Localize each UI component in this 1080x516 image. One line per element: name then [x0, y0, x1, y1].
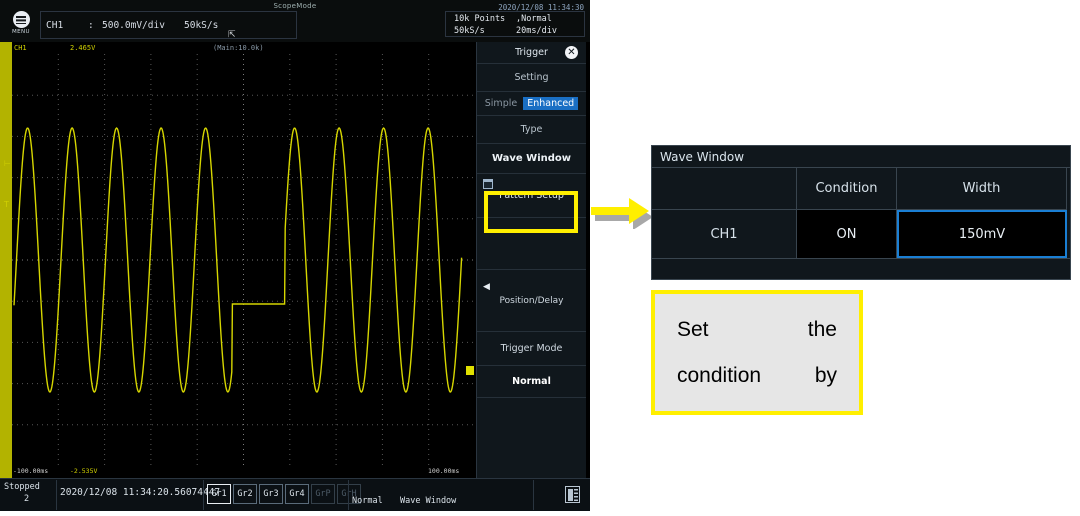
dialog-window-icon [483, 179, 493, 189]
table-row: CH1 ON 150mV [652, 210, 1070, 258]
instruction-line-2: condition by [677, 364, 837, 388]
acquisition-info[interactable]: 10k Points ,Normal 50kS/s 20ms/div [445, 11, 585, 37]
waveform-channel-label: CH1 [14, 43, 27, 52]
menu-button[interactable]: MENU [6, 8, 36, 38]
trigger-mode-label: Trigger Mode [500, 343, 563, 354]
sidebar-item-setting[interactable]: Setting [477, 64, 586, 92]
channel-volts-div: 500.0mV/div [102, 19, 165, 31]
column-header-blank [652, 168, 797, 210]
acq-time-div: 20ms/div [516, 26, 557, 36]
channel-name: CH1 [46, 19, 64, 31]
column-header-width: Width [897, 168, 1067, 210]
group-button-row: Gr1Gr2Gr3Gr4GrPGrH [207, 484, 361, 504]
list-view-icon[interactable] [565, 486, 580, 503]
menu-button-label: MENU [12, 29, 30, 35]
channel-color-swatch [0, 42, 12, 54]
callout-arrow-icon [591, 198, 653, 229]
sidebar-title: Trigger ✕ [477, 42, 586, 64]
axis-color-swatch [0, 466, 12, 478]
sidebar-item-trigger-mode[interactable]: Trigger Mode [477, 332, 586, 366]
axis-left-voltage: -2.535V [70, 467, 98, 475]
position-delay-label: Position/Delay [499, 295, 564, 306]
pattern-setup-highlight-box [484, 191, 578, 233]
instruction-word-by: by [814, 363, 837, 387]
sidebar-item-position-delay[interactable]: ◀ Position/Delay [477, 270, 586, 332]
scope-header: ScopeMode 2020/12/08 11:34:30 MENU CH1 :… [0, 0, 590, 42]
acq-rate: 50kS/s [454, 26, 485, 36]
cell-width-value[interactable]: 150mV [897, 210, 1067, 258]
channel-colon: : [88, 19, 94, 31]
waveform-info-strip: CH1 2.465V (Main:10.0k) [0, 42, 475, 54]
sidebar-item-type[interactable]: Type [477, 116, 586, 144]
wave-window-footer [652, 258, 1070, 275]
status-trigger-mode: Normal [352, 496, 383, 506]
row-channel-label: CH1 [652, 210, 797, 258]
instruction-line-1: Set the [677, 318, 837, 342]
instruction-word-the: the [807, 317, 837, 341]
wave-window-table: Condition Width CH1 ON 150mV [652, 168, 1070, 258]
cursor-pointer-glyph: ⇱ [228, 30, 236, 40]
axis-right-time: 100.00ms [428, 467, 460, 475]
status-trigger-type: Wave Window [400, 496, 457, 506]
status-state: Stopped [4, 482, 40, 492]
hamburger-icon [12, 11, 30, 28]
chevron-left-icon: ◀ [483, 282, 490, 292]
toggle-option-simple[interactable]: Simple [485, 98, 517, 109]
cell-condition-value[interactable]: ON [797, 210, 897, 258]
group-button-gr3[interactable]: Gr3 [259, 484, 283, 504]
acq-points: 10k Points [454, 14, 506, 24]
channel-sample-rate: 50kS/s [184, 19, 219, 31]
status-count: 2 [24, 494, 30, 504]
acq-mode: ,Normal [516, 14, 552, 24]
setting-label: Setting [514, 72, 549, 83]
sidebar-title-label: Trigger [515, 47, 548, 58]
trigger-mode-value-label: Normal [512, 376, 551, 387]
close-icon[interactable]: ✕ [565, 46, 578, 59]
channel-settings-bar[interactable]: CH1 : 500.0mV/div 50kS/s [40, 11, 297, 39]
column-header-condition: Condition [797, 168, 897, 210]
instruction-callout-box: Set the condition by [651, 290, 863, 415]
table-header-row: Condition Width [652, 168, 1070, 210]
instruction-word-set: Set [677, 317, 709, 341]
axis-left-time: -100.00ms [13, 467, 49, 475]
trigger-mode-toggle[interactable]: Simple Enhanced [477, 92, 586, 116]
group-button-gr2[interactable]: Gr2 [233, 484, 257, 504]
wave-window-dialog: Wave Window Condition Width CH1 ON 150mV [651, 145, 1071, 280]
wave-window-title: Wave Window [652, 146, 1070, 168]
waveform-trace [12, 54, 475, 466]
group-button-gr1[interactable]: Gr1 [207, 484, 231, 504]
trigger-sidebar: Trigger ✕ Setting Simple Enhanced Type W… [476, 42, 586, 478]
scope-status-bar: Stopped 2 2020/12/08 11:34:20.56074447 G… [0, 478, 590, 511]
sidebar-item-trigger-mode-value[interactable]: Normal [477, 366, 586, 398]
type-label: Type [520, 124, 543, 135]
group-button-grp[interactable]: GrP [311, 484, 335, 504]
toggle-option-enhanced[interactable]: Enhanced [523, 97, 579, 110]
waveform-top-voltage: 2.465V [70, 43, 96, 52]
waveform-plot-area[interactable]: ⊢ T [0, 54, 475, 466]
waveform-memory-label: (Main:10.0k) [213, 43, 264, 52]
type-value-label: Wave Window [491, 153, 572, 164]
sidebar-item-wave-window[interactable]: Wave Window [477, 144, 586, 174]
instruction-word-condition: condition [677, 363, 762, 387]
status-timestamp: 2020/12/08 11:34:20.56074447 [60, 487, 221, 498]
axis-label-row: -100.00ms -2.535V 100.00ms [0, 466, 475, 478]
group-button-gr4[interactable]: Gr4 [285, 484, 309, 504]
oscilloscope-screen: ScopeMode 2020/12/08 11:34:30 MENU CH1 :… [0, 0, 590, 511]
